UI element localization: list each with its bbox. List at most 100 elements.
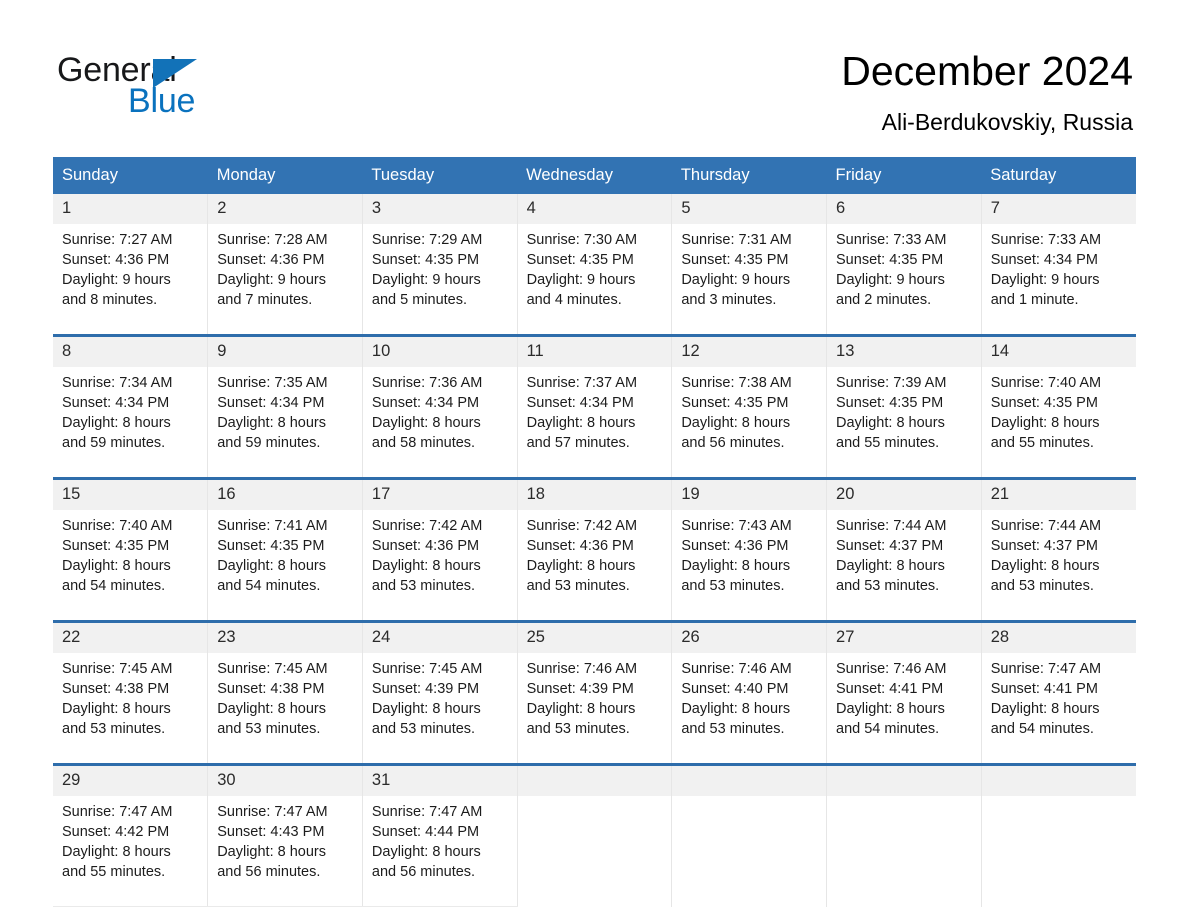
day-number[interactable]: 18 (517, 477, 673, 510)
daylight-text-line2: and 55 minutes. (62, 864, 166, 880)
day-cell[interactable]: Sunrise: 7:45 AM Sunset: 4:38 PM Dayligh… (53, 653, 209, 765)
day-number[interactable]: 13 (826, 334, 982, 367)
day-number[interactable]: 26 (671, 620, 828, 653)
day-cell[interactable]: Sunrise: 7:42 AM Sunset: 4:36 PM Dayligh… (517, 510, 673, 622)
day-number[interactable]: 7 (981, 194, 1136, 224)
day-number[interactable]: 24 (362, 620, 518, 653)
sunrise-text: Sunrise: 7:27 AM (62, 232, 173, 248)
day-number[interactable]: 16 (207, 477, 363, 510)
daylight-text-line2: and 1 minute. (990, 292, 1079, 308)
day-cell[interactable]: Sunrise: 7:46 AM Sunset: 4:39 PM Dayligh… (517, 653, 673, 765)
sunrise-text: Sunrise: 7:46 AM (836, 661, 947, 677)
day-number[interactable]: 28 (981, 620, 1136, 653)
sunset-text: Sunset: 4:36 PM (371, 538, 480, 554)
day-number-empty (981, 763, 1136, 796)
general-blue-logo[interactable]: General Blue (57, 50, 317, 130)
day-number[interactable]: 6 (826, 194, 982, 224)
sunrise-text: Sunrise: 7:28 AM (217, 232, 328, 248)
day-cell[interactable]: Sunrise: 7:47 AM Sunset: 4:44 PM Dayligh… (362, 796, 518, 907)
day-number[interactable]: 22 (53, 620, 209, 653)
day-number[interactable]: 27 (826, 620, 982, 653)
day-cell[interactable]: Sunrise: 7:44 AM Sunset: 4:37 PM Dayligh… (826, 510, 982, 622)
day-cell[interactable]: Sunrise: 7:34 AM Sunset: 4:34 PM Dayligh… (53, 367, 209, 479)
daylight-text-line2: and 56 minutes. (217, 864, 321, 880)
daylight-text-line1: Daylight: 8 hours (62, 415, 171, 431)
day-cell[interactable]: Sunrise: 7:33 AM Sunset: 4:35 PM Dayligh… (826, 224, 982, 336)
day-cell[interactable]: Sunrise: 7:36 AM Sunset: 4:34 PM Dayligh… (362, 367, 518, 479)
day-number[interactable]: 29 (53, 763, 209, 796)
day-cell[interactable]: Sunrise: 7:45 AM Sunset: 4:39 PM Dayligh… (362, 653, 518, 765)
day-number[interactable]: 31 (362, 763, 518, 796)
day-number[interactable]: 8 (53, 334, 209, 367)
sunset-text: Sunset: 4:35 PM (836, 252, 944, 268)
day-cell[interactable]: Sunrise: 7:45 AM Sunset: 4:38 PM Dayligh… (207, 653, 363, 765)
day-number[interactable]: 9 (207, 334, 363, 367)
day-cell[interactable]: Sunrise: 7:41 AM Sunset: 4:35 PM Dayligh… (207, 510, 363, 622)
daylight-text-line1: Daylight: 8 hours (526, 415, 636, 431)
day-cell[interactable]: Sunrise: 7:27 AM Sunset: 4:36 PM Dayligh… (53, 224, 209, 336)
day-cell[interactable]: Sunrise: 7:46 AM Sunset: 4:40 PM Dayligh… (671, 653, 828, 765)
day-cell[interactable]: Sunrise: 7:44 AM Sunset: 4:37 PM Dayligh… (981, 510, 1136, 622)
day-cell[interactable]: Sunrise: 7:29 AM Sunset: 4:35 PM Dayligh… (362, 224, 518, 336)
week-5-day-numbers: 29 30 31 (53, 763, 1136, 796)
sunset-text: Sunset: 4:34 PM (371, 395, 480, 411)
day-number[interactable]: 21 (981, 477, 1136, 510)
day-number[interactable]: 4 (517, 194, 673, 224)
sunrise-text: Sunrise: 7:40 AM (990, 375, 1102, 391)
day-number[interactable]: 19 (671, 477, 828, 510)
sunset-text: Sunset: 4:34 PM (62, 395, 170, 411)
sunrise-text: Sunrise: 7:37 AM (526, 375, 638, 391)
day-cell[interactable]: Sunrise: 7:42 AM Sunset: 4:36 PM Dayligh… (362, 510, 518, 622)
daylight-text-line1: Daylight: 8 hours (371, 701, 481, 717)
day-number[interactable]: 5 (671, 194, 828, 224)
daylight-text-line1: Daylight: 9 hours (681, 272, 791, 288)
daylight-text-line2: and 53 minutes. (526, 721, 630, 737)
day-cell[interactable]: Sunrise: 7:28 AM Sunset: 4:36 PM Dayligh… (207, 224, 363, 336)
day-number[interactable]: 2 (207, 194, 363, 224)
daylight-text-line1: Daylight: 8 hours (681, 415, 791, 431)
day-number[interactable]: 30 (207, 763, 363, 796)
day-cell[interactable]: Sunrise: 7:47 AM Sunset: 4:43 PM Dayligh… (207, 796, 363, 907)
day-cell[interactable]: Sunrise: 7:39 AM Sunset: 4:35 PM Dayligh… (826, 367, 982, 479)
day-cell[interactable]: Sunrise: 7:47 AM Sunset: 4:41 PM Dayligh… (981, 653, 1136, 765)
day-cell[interactable]: Sunrise: 7:37 AM Sunset: 4:34 PM Dayligh… (517, 367, 673, 479)
daylight-text-line2: and 54 minutes. (836, 721, 940, 737)
sunset-text: Sunset: 4:36 PM (217, 252, 325, 268)
day-number[interactable]: 23 (207, 620, 363, 653)
day-cell[interactable]: Sunrise: 7:35 AM Sunset: 4:34 PM Dayligh… (207, 367, 363, 479)
day-number[interactable]: 1 (53, 194, 209, 224)
day-number-empty (517, 763, 673, 796)
day-number[interactable]: 15 (53, 477, 209, 510)
day-number[interactable]: 12 (671, 334, 828, 367)
daylight-text-line2: and 53 minutes. (62, 721, 166, 737)
daylight-text-line1: Daylight: 8 hours (836, 415, 945, 431)
sunset-text: Sunset: 4:34 PM (526, 395, 634, 411)
sunset-text: Sunset: 4:41 PM (990, 681, 1098, 697)
day-cell[interactable]: Sunrise: 7:33 AM Sunset: 4:34 PM Dayligh… (981, 224, 1136, 336)
day-cell[interactable]: Sunrise: 7:38 AM Sunset: 4:35 PM Dayligh… (671, 367, 828, 479)
day-number[interactable]: 17 (362, 477, 518, 510)
day-cell[interactable]: Sunrise: 7:30 AM Sunset: 4:35 PM Dayligh… (517, 224, 673, 336)
week-5-details: Sunrise: 7:47 AM Sunset: 4:42 PM Dayligh… (53, 796, 1136, 907)
sunset-text: Sunset: 4:39 PM (371, 681, 480, 697)
daylight-text-line1: Daylight: 8 hours (990, 415, 1100, 431)
day-cell[interactable]: Sunrise: 7:31 AM Sunset: 4:35 PM Dayligh… (671, 224, 828, 336)
daylight-text-line2: and 54 minutes. (62, 578, 166, 594)
day-cell[interactable]: Sunrise: 7:40 AM Sunset: 4:35 PM Dayligh… (53, 510, 209, 622)
day-number[interactable]: 25 (517, 620, 673, 653)
day-number[interactable]: 20 (826, 477, 982, 510)
day-number[interactable]: 10 (362, 334, 518, 367)
week-4-details: Sunrise: 7:45 AM Sunset: 4:38 PM Dayligh… (53, 653, 1136, 765)
day-cell[interactable]: Sunrise: 7:47 AM Sunset: 4:42 PM Dayligh… (53, 796, 209, 907)
day-number[interactable]: 14 (981, 334, 1136, 367)
day-number[interactable]: 3 (362, 194, 518, 224)
sunrise-text: Sunrise: 7:31 AM (681, 232, 792, 248)
day-cell[interactable]: Sunrise: 7:40 AM Sunset: 4:35 PM Dayligh… (981, 367, 1136, 479)
day-cell[interactable]: Sunrise: 7:43 AM Sunset: 4:36 PM Dayligh… (671, 510, 828, 622)
sunrise-text: Sunrise: 7:47 AM (371, 804, 483, 820)
daylight-text-line2: and 54 minutes. (990, 721, 1094, 737)
day-cell-empty (826, 796, 982, 907)
day-number[interactable]: 11 (517, 334, 673, 367)
day-cell[interactable]: Sunrise: 7:46 AM Sunset: 4:41 PM Dayligh… (826, 653, 982, 765)
sunrise-text: Sunrise: 7:46 AM (526, 661, 638, 677)
